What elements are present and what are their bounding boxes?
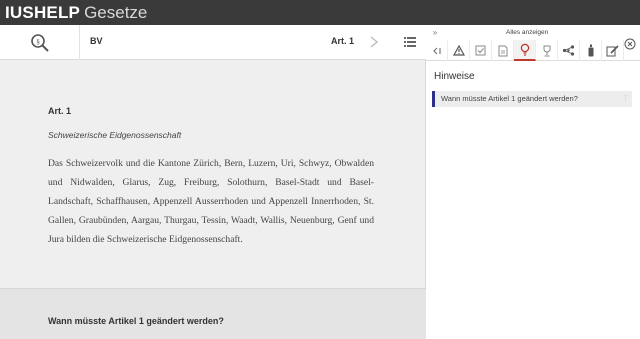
- network-icon: [562, 45, 575, 56]
- tab-documents[interactable]: [492, 40, 514, 61]
- warning-icon: [452, 45, 465, 56]
- search-button[interactable]: §: [0, 25, 80, 60]
- sidebar-header: » Alles anzeigen: [426, 25, 640, 61]
- list-icon: [404, 37, 416, 47]
- hint-item[interactable]: Wann müsste Artikel 1 geändert werden? ⋮: [432, 91, 632, 107]
- edit-icon: [606, 44, 619, 56]
- hint-item-label: Wann müsste Artikel 1 geändert werden?: [441, 94, 578, 103]
- document-icon: [498, 45, 507, 56]
- search-icon: §: [30, 33, 49, 52]
- hints-heading: Hinweise: [434, 71, 475, 82]
- article-subtitle: Schweizerische Eidgenossenschaft: [48, 130, 182, 140]
- bottle-icon: [588, 44, 593, 57]
- tab-checklist[interactable]: [470, 40, 492, 61]
- tab-network[interactable]: [558, 40, 580, 61]
- article-text: Das Schweizervolk und die Kantone Zürich…: [48, 158, 374, 245]
- close-circle-icon: [624, 38, 636, 50]
- article-number[interactable]: Art. 1: [318, 36, 354, 46]
- tab-hints[interactable]: [514, 40, 536, 61]
- tab-collapse[interactable]: [426, 40, 448, 61]
- article-title: Art. 1: [48, 106, 72, 116]
- brand-name: IUSHELP: [5, 3, 81, 22]
- drag-handle-icon: ⋮: [622, 95, 629, 102]
- next-article-button[interactable]: [366, 31, 382, 53]
- collapse-arrow-icon: [432, 47, 441, 54]
- trophy-icon: [543, 45, 550, 56]
- app-logo[interactable]: IUSHELP Gesetze: [5, 2, 147, 23]
- show-all-link[interactable]: Alles anzeigen: [506, 29, 548, 36]
- close-sidebar-button[interactable]: [623, 37, 637, 51]
- article-toolbar: § BV Art. 1: [0, 25, 426, 60]
- law-abbreviation[interactable]: BV: [90, 36, 103, 46]
- chevron-right-icon: [370, 36, 378, 48]
- question-panel: Wann müsste Artikel 1 geändert werden?: [0, 288, 426, 339]
- lightbulb-icon: [520, 43, 529, 56]
- tab-trophy[interactable]: [536, 40, 558, 61]
- tab-warnings[interactable]: [448, 40, 470, 61]
- tab-bottle[interactable]: [580, 40, 602, 61]
- hints-sidebar: » Alles anzeigen Hinweise Wann müsste Ar…: [426, 25, 640, 339]
- app-header: IUSHELP Gesetze: [0, 0, 640, 25]
- checklist-icon: [475, 45, 486, 56]
- article-body: Art. 1 Schweizerische Eidgenossenschaft …: [48, 106, 374, 249]
- expand-sidebar-button[interactable]: »: [429, 27, 441, 39]
- tab-notes[interactable]: [602, 40, 624, 61]
- brand-section: Gesetze: [84, 3, 148, 22]
- question-heading: Wann müsste Artikel 1 geändert werden?: [48, 316, 224, 326]
- sidebar-tabs: [426, 40, 624, 61]
- toc-button[interactable]: [400, 33, 420, 51]
- svg-text:§: §: [36, 39, 39, 45]
